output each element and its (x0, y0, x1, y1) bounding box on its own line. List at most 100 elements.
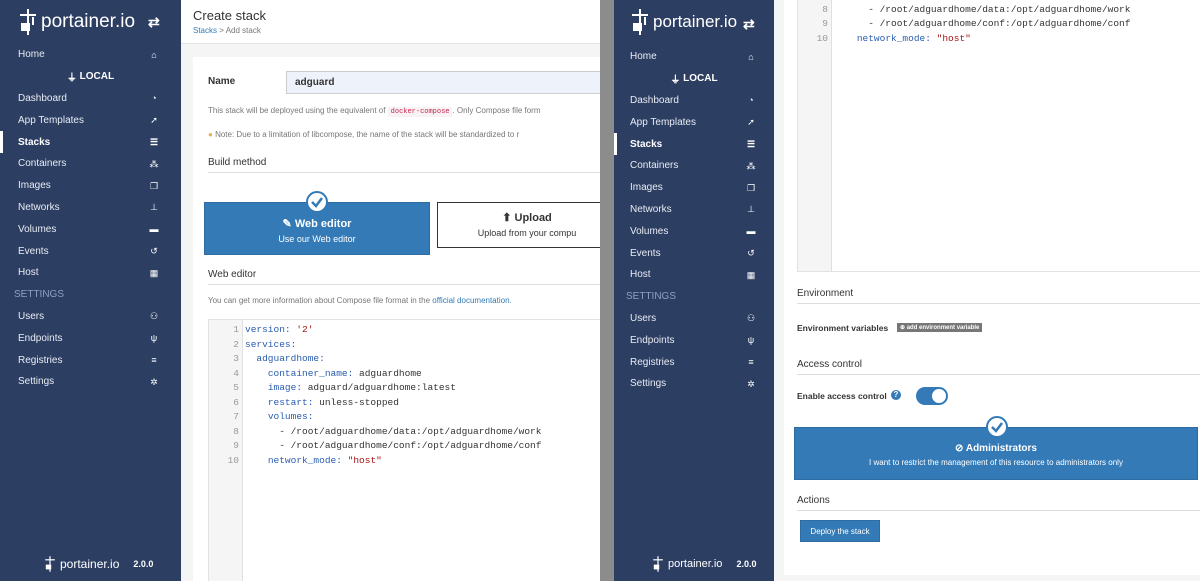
sidebar-item-dashboard[interactable]: Dashboard ◔ (614, 90, 774, 112)
hdd-icon: ▬ (746, 226, 756, 237)
official-documentation-link[interactable]: official documentation (432, 296, 509, 305)
clone-icon: ❐ (149, 180, 159, 191)
switch-endpoint-icon[interactable]: ⇄ (743, 16, 755, 33)
footer-version: 2.0.0 (736, 559, 757, 569)
code-line: volumes: (267, 411, 314, 422)
sidebar-item-networks[interactable]: Networks ⊥ (0, 197, 181, 219)
sidebar-nav: Home ⌂ ⏚ LOCAL Dashboard ◔ App Templates ➚ … (614, 46, 774, 395)
sidebar: portainer.io ⇄ Home ⌂ ⏚ LOCAL Dashboard ◔ … (0, 0, 181, 581)
sidebar-item-events[interactable]: Events ↺ (614, 242, 774, 264)
cogs-icon: ✲ (747, 378, 755, 389)
sidebar-item-label: Volumes (630, 225, 669, 237)
sidebar-item-endpoints[interactable]: Endpoints ψ (0, 327, 181, 349)
compose-info-text: This stack will be deployed using the eq… (208, 106, 386, 115)
sidebar-item-users[interactable]: Users ⚇ (614, 308, 774, 330)
th-icon: ▦ (149, 267, 159, 278)
sidebar-item-containers[interactable]: Containers ⁂ (614, 155, 774, 177)
th-icon: ▦ (746, 269, 756, 280)
users-icon: ⚇ (149, 311, 159, 322)
cubes-icon: ⁂ (149, 158, 159, 169)
deploy-stack-button[interactable]: Deploy the stack (800, 520, 880, 542)
portainer-logo-icon (653, 556, 663, 572)
access-control-heading: Access control (797, 359, 1200, 375)
line-number: 1 (233, 324, 239, 335)
name-input[interactable]: adguard (286, 71, 600, 94)
code-line: - /root/adguardhome/conf:/opt/adguardhom… (245, 440, 542, 451)
web-editor-option-title: ✎ Web editor (205, 217, 429, 230)
sidebar-item-networks[interactable]: Networks ⊥ (614, 199, 774, 221)
access-control-toggle[interactable] (916, 387, 948, 405)
sidebar-item-containers[interactable]: Containers ⁂ (0, 153, 181, 175)
add-env-var-button[interactable]: ⊕ add environment variable (897, 323, 983, 332)
sidebar-item-stacks[interactable]: Stacks ☰ (614, 133, 774, 155)
rocket-icon: ➚ (747, 117, 755, 128)
upload-option[interactable]: ⬆ Upload Upload from your compu (437, 202, 600, 248)
sidebar-item-endpoints[interactable]: Endpoints ψ (614, 329, 774, 351)
switch-endpoint-icon[interactable]: ⇄ (148, 14, 160, 31)
sidebar-item-images[interactable]: Images ❐ (614, 177, 774, 199)
web-editor-heading: Web editor (208, 269, 600, 285)
sidebar-item-label: Stacks (630, 138, 663, 150)
sidebar-item-images[interactable]: Images ❐ (0, 175, 181, 197)
compose-code-editor[interactable]: 7 volumes:8 - /root/adguardhome/data:/op… (797, 0, 1200, 272)
sidebar-item-label: Dashboard (18, 92, 67, 104)
editor-info-text: You can get more information about Compo… (208, 296, 431, 305)
line-number: 4 (233, 367, 239, 379)
list-icon: ☰ (149, 137, 159, 148)
breadcrumb-current: > Add stack (219, 26, 261, 35)
question-circle-icon[interactable]: ? (891, 390, 901, 400)
endpoint-header: ⏚ LOCAL (614, 68, 774, 90)
hdd-icon: ▬ (149, 224, 159, 235)
sidebar-footer: portainer.io 2.0.0 (44, 555, 153, 573)
code-line: services: (245, 338, 297, 350)
sidebar-item-users[interactable]: Users ⚇ (0, 306, 181, 328)
sidebar-item-app-templates[interactable]: App Templates ➚ (614, 111, 774, 133)
database-icon: ≡ (151, 355, 157, 366)
sidebar-item-host[interactable]: Host ▦ (614, 264, 774, 286)
sidebar-item-home[interactable]: Home ⌂ (614, 46, 774, 68)
brand-logo[interactable]: portainer.io (630, 6, 737, 38)
sidebar-item-dashboard[interactable]: Dashboard ◔ (0, 88, 181, 110)
sidebar-item-events[interactable]: Events ↺ (0, 240, 181, 262)
brand-name: portainer.io (653, 12, 738, 31)
sidebar-item-label: Containers (18, 158, 67, 170)
web-editor-subtitle: Use our Web editor (278, 234, 356, 244)
upload-subtitle: Upload from your compu (477, 228, 577, 238)
name-label: Name (208, 76, 236, 87)
compose-code-editor[interactable]: 1 version: '2' 2 services: 3 adguardhome: 4 c… (208, 319, 600, 581)
sidebar-item-host[interactable]: Host ▦ (0, 262, 181, 284)
sidebar-item-label: Images (630, 182, 663, 194)
checkmark-icon (311, 197, 323, 208)
breadcrumb-stacks-link[interactable]: Stacks (193, 26, 217, 35)
build-method-heading: Build method (208, 157, 600, 173)
administrators-subtitle: I want to restrict the management of thi… (869, 458, 1123, 467)
sidebar-item-stacks[interactable]: Stacks ☰ (0, 131, 181, 153)
database-icon: ≡ (748, 357, 754, 368)
line-number: 5 (233, 382, 239, 393)
sidebar-item-volumes[interactable]: Volumes ▬ (0, 218, 181, 240)
sidebar-item-registries[interactable]: Registries ≡ (614, 351, 774, 373)
users-icon: ⚇ (746, 313, 756, 324)
code-line: - /root/adguardhome/data:/opt/adguardhom… (245, 425, 542, 437)
line-number: 9 (233, 440, 239, 451)
footer-brand: portainer.io (668, 558, 723, 570)
plug-icon: ψ (747, 335, 755, 346)
line-number: 7 (233, 411, 239, 422)
sidebar-item-settings[interactable]: Settings ✲ (614, 373, 774, 395)
sidebar-item-label: Images (18, 180, 51, 192)
sidebar-item-app-templates[interactable]: App Templates ➚ (0, 109, 181, 131)
sidebar-item-home[interactable]: Home ⌂ (0, 44, 181, 66)
settings-header: SETTINGS (626, 291, 677, 303)
history-icon: ↺ (150, 246, 158, 257)
note-text: Note: Due to a limitation of libcompose,… (215, 130, 520, 139)
plug-icon: ψ (150, 333, 158, 344)
warning-icon: ● (208, 130, 213, 139)
brand-logo[interactable]: portainer.io (18, 6, 135, 38)
sidebar-item-registries[interactable]: Registries ≡ (0, 349, 181, 371)
sidebar-item-settings[interactable]: Settings ✲ (0, 371, 181, 393)
add-env-var-label: add environment variable (906, 325, 980, 331)
create-stack-form: Name adguard This stack will be deployed… (193, 57, 600, 581)
sidebar-item-volumes[interactable]: Volumes ▬ (614, 220, 774, 242)
sidebar-item-label: Stacks (18, 136, 51, 148)
endpoint-header: ⏚ LOCAL (0, 66, 181, 88)
